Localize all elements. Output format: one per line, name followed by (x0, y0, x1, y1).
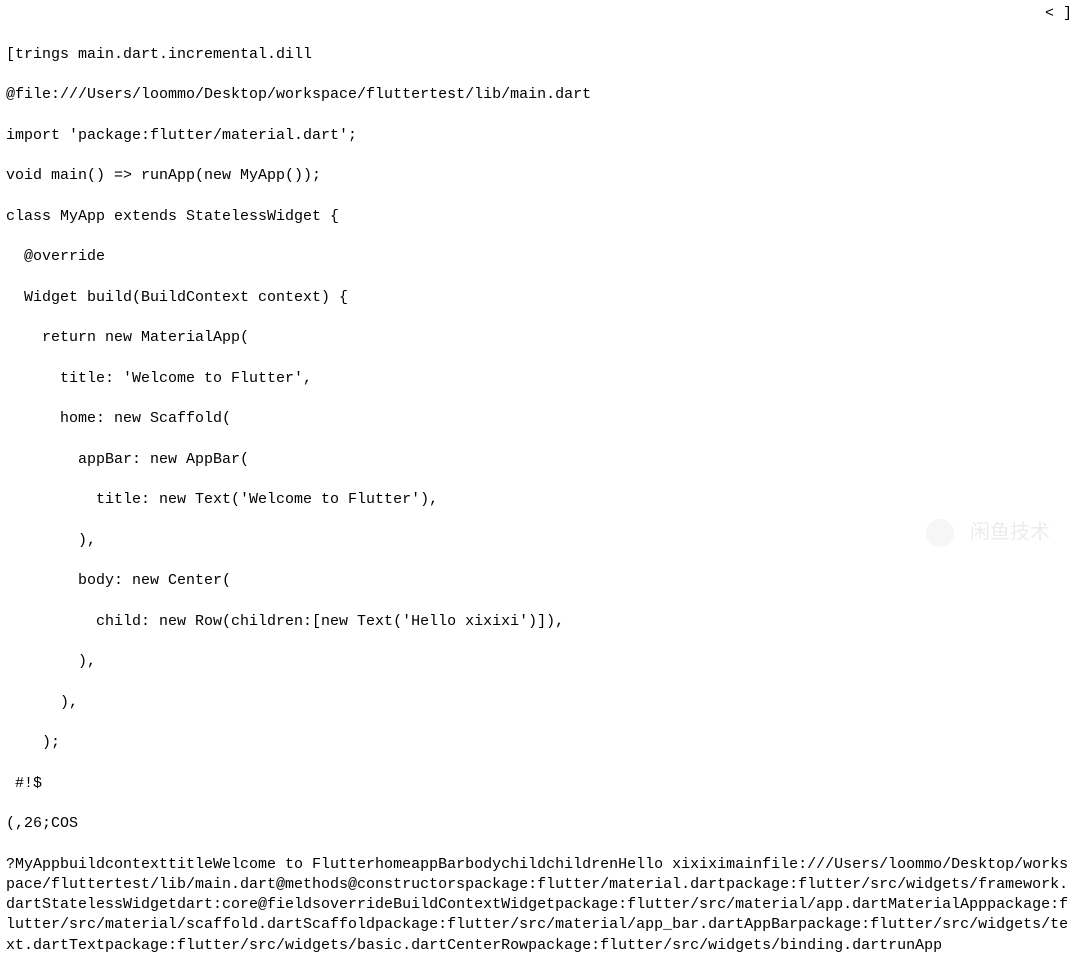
code-line: @file:///Users/loommo/Desktop/workspace/… (6, 85, 1074, 105)
code-line: home: new Scaffold( (6, 409, 1074, 429)
top-right-marker: < ] (1045, 4, 1072, 24)
code-line: class MyApp extends StatelessWidget { (6, 207, 1074, 227)
code-line: Widget build(BuildContext context) { (6, 288, 1074, 308)
code-line: #!$ (6, 774, 1074, 794)
code-line: ), (6, 652, 1074, 672)
code-line: appBar: new AppBar( (6, 450, 1074, 470)
code-line: title: new Text('Welcome to Flutter'), (6, 490, 1074, 510)
code-line: import 'package:flutter/material.dart'; (6, 126, 1074, 146)
code-line: body: new Center( (6, 571, 1074, 591)
code-line: ), (6, 693, 1074, 713)
code-line: ); (6, 733, 1074, 753)
code-line: return new MaterialApp( (6, 328, 1074, 348)
code-line: (,26;COS (6, 814, 1074, 834)
code-line: ), (6, 531, 1074, 551)
terminal-output: < ] [trings main.dart.incremental.dill @… (6, 4, 1074, 956)
code-line: [trings main.dart.incremental.dill (6, 45, 1074, 65)
code-line: title: 'Welcome to Flutter', (6, 369, 1074, 389)
code-line: @override (6, 247, 1074, 267)
binary-dump-text: ?MyAppbuildcontexttitleWelcome to Flutte… (6, 856, 1068, 954)
code-line: child: new Row(children:[new Text('Hello… (6, 612, 1074, 632)
code-line: void main() => runApp(new MyApp()); (6, 166, 1074, 186)
